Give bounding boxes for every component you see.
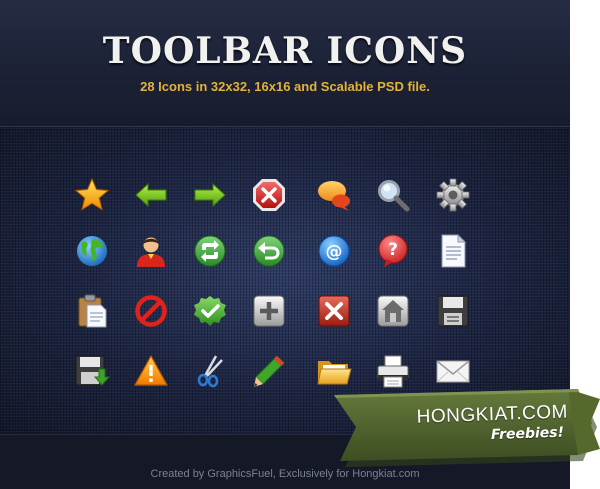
arrow-right-icon	[192, 177, 228, 213]
pencil-icon	[251, 353, 287, 389]
magnifier-icon	[375, 177, 411, 213]
download-icon	[74, 353, 110, 389]
undo-icon	[251, 233, 287, 269]
header: TOOLBAR ICONS 28 Icons in 32x32, 16x16 a…	[0, 0, 570, 126]
globe-icon	[74, 233, 110, 269]
user-icon	[133, 233, 169, 269]
block-icon	[133, 293, 169, 329]
stop-icon	[251, 177, 287, 213]
scissors-icon	[192, 353, 228, 389]
refresh-icon	[192, 233, 228, 269]
add-icon	[251, 293, 287, 329]
help-icon: ?	[375, 233, 411, 269]
arrow-left-icon	[133, 177, 169, 213]
svg-text:?: ?	[388, 240, 398, 260]
speech-bubble-icon	[316, 177, 352, 213]
clipboard-icon	[74, 293, 110, 329]
document-icon	[435, 233, 471, 269]
save-icon	[435, 293, 471, 329]
email-at-icon: @	[316, 233, 352, 269]
gear-icon	[435, 177, 471, 213]
home-icon	[375, 293, 411, 329]
delete-icon	[316, 293, 352, 329]
svg-text:@: @	[326, 242, 343, 262]
warning-icon	[133, 353, 169, 389]
page-subtitle: 28 Icons in 32x32, 16x16 and Scalable PS…	[140, 79, 430, 94]
page-title: TOOLBAR ICONS	[102, 30, 468, 72]
star-icon	[74, 177, 110, 213]
hongkiat-freebies-banner[interactable]: HONGKIAT.COM Freebies!	[328, 383, 600, 473]
check-icon	[192, 293, 228, 329]
